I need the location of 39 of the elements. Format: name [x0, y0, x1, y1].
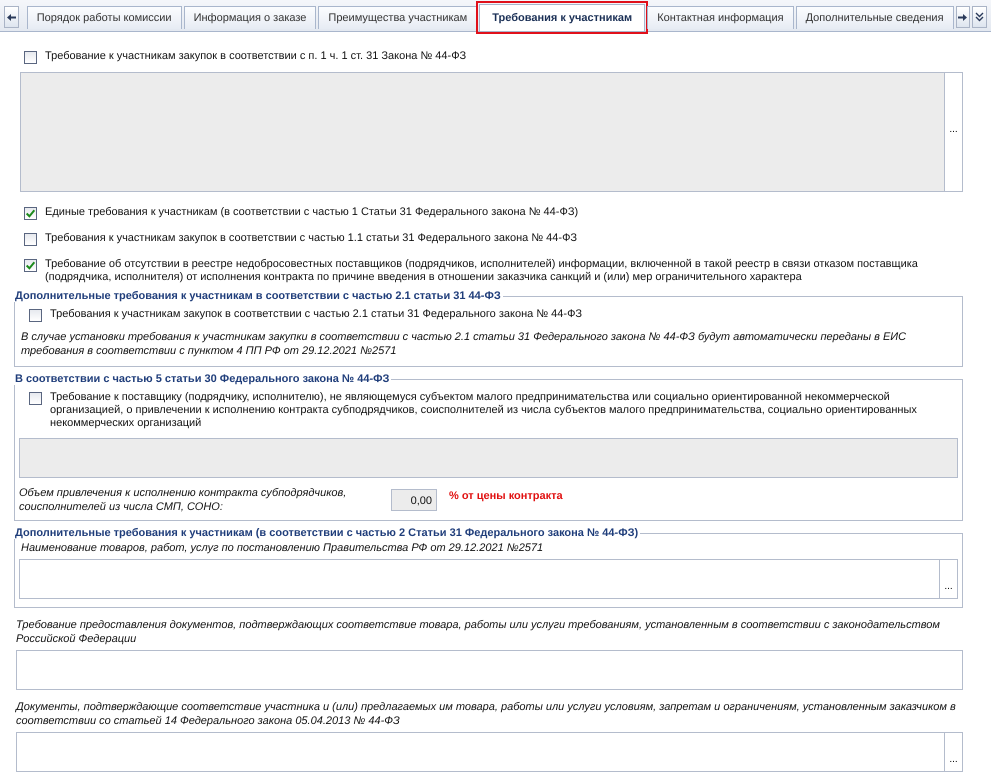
checkbox-label: Требования к участникам закупок в соответствии с частью 1.1 статьи 31 Федерального закона № 44-ФЗ: [45, 232, 578, 245]
input-field[interactable]: [19, 559, 940, 599]
chevron-down-icon: [975, 12, 984, 22]
tab[interactable]: Информация о заказе: [184, 6, 316, 29]
arrow-right-icon: [958, 12, 968, 22]
scroll-left-button[interactable]: [4, 6, 19, 28]
scroll-right-button[interactable]: [956, 6, 970, 28]
checkbox-label: Требование об отсутствии в реестре недобросовестных поставщиков (подрядчиков, исполнителей) информации, включенной в такой реестр в связи отказом поставщика (подрядчика, исполнителя) от исполнения контракта по причине введения в отношении заказчика санкций и (или) мер ограничительного характера: [45, 258, 919, 284]
browse-button[interactable]: ...: [940, 559, 958, 599]
checkbox-label: Требование к поставщику (подрядчику, исполнителю), не являющемуся субъектом малого предпринимательства или социально ориентированной некоммерческой организацией, о привлечении к исполнению контракта субподрядчиков, соисполнителей из числа субъектов малого предпринимательства, социально ориентированных некоммерческих организаций: [50, 391, 918, 430]
tab[interactable]: Преимущества участникам: [318, 6, 478, 29]
group-title: В соответствии с частью 5 статьи 30 Федерального закона № 44-ФЗ: [14, 373, 390, 385]
checkbox[interactable]: [24, 51, 37, 64]
checkbox-label: Требование к участникам закупок в соответствии с п. 1 ч. 1 ст. 31 Закона № 44-ФЗ: [45, 50, 466, 63]
browse-button[interactable]: ...: [945, 732, 963, 772]
checkbox[interactable]: [29, 392, 42, 405]
input-field[interactable]: [16, 650, 963, 690]
arrow-left-icon: [6, 12, 16, 22]
checkbox-label: Требования к участникам закупок в соответствии с частью 2.1 статьи 31 Федерального закона № 44-ФЗ: [50, 308, 582, 321]
tab-list-button[interactable]: [972, 6, 988, 28]
tab[interactable]: Контактная информация: [647, 6, 794, 29]
note-text: В случае установки требования к участникам закупки в соответствии с частью 2.1 статьи 31 Федерального закона № 44-ФЗ будут автоматически переданы в ЕИС требования в соответствии с пунктом 4 ПП РФ от 29.12.2021 №2571: [21, 330, 908, 358]
group-title: Дополнительные требования к участникам в соответствии с частью 2.1 статьи 31 44-ФЗ: [14, 290, 502, 302]
tab[interactable]: Дополнительные сведения: [796, 6, 954, 29]
volume-label: Объем привлечения к исполнению контракта субподрядчиков, соисполнителей из числа СМП, СОНО:: [19, 486, 348, 514]
checkbox[interactable]: [24, 207, 37, 220]
field-label: Наименование товаров, работ, услуг по постановлению Правительства РФ от 29.12.2021 №2571: [21, 541, 544, 555]
checkbox[interactable]: [24, 259, 37, 272]
tab[interactable]: Требования к участникам: [479, 4, 646, 31]
volume-unit: % от цены контракта: [449, 490, 563, 502]
field-label: Документы, подтверждающие соответствие участника и (или) предлагаемых им товара, работы или услуги условиям, запретам и ограничениям, установленным заказчиком в соответствии со статьей 14 Федерального закона 05.04.2013 № 44-ФЗ: [16, 700, 957, 728]
checkbox-label: Единые требования к участникам (в соответствии с частью 1 Статьи 31 Федерального закона № 44-ФЗ): [45, 206, 578, 219]
checkbox[interactable]: [29, 309, 42, 322]
input-field[interactable]: [16, 732, 945, 772]
field-label: Требование предоставления документов, подтверждающих соответствие товара, работы или услуги требованиям, установленным в соответствии с законодательством Российской Федерации: [16, 618, 941, 646]
checkbox[interactable]: [24, 233, 37, 246]
group-title: Дополнительные требования к участникам (в соответствии с частью 2 Статьи 31 Федерального закона № 44-ФЗ): [14, 527, 640, 539]
volume-field[interactable]: 0,00: [391, 489, 437, 511]
tab[interactable]: Порядок работы комиссии: [26, 6, 182, 29]
